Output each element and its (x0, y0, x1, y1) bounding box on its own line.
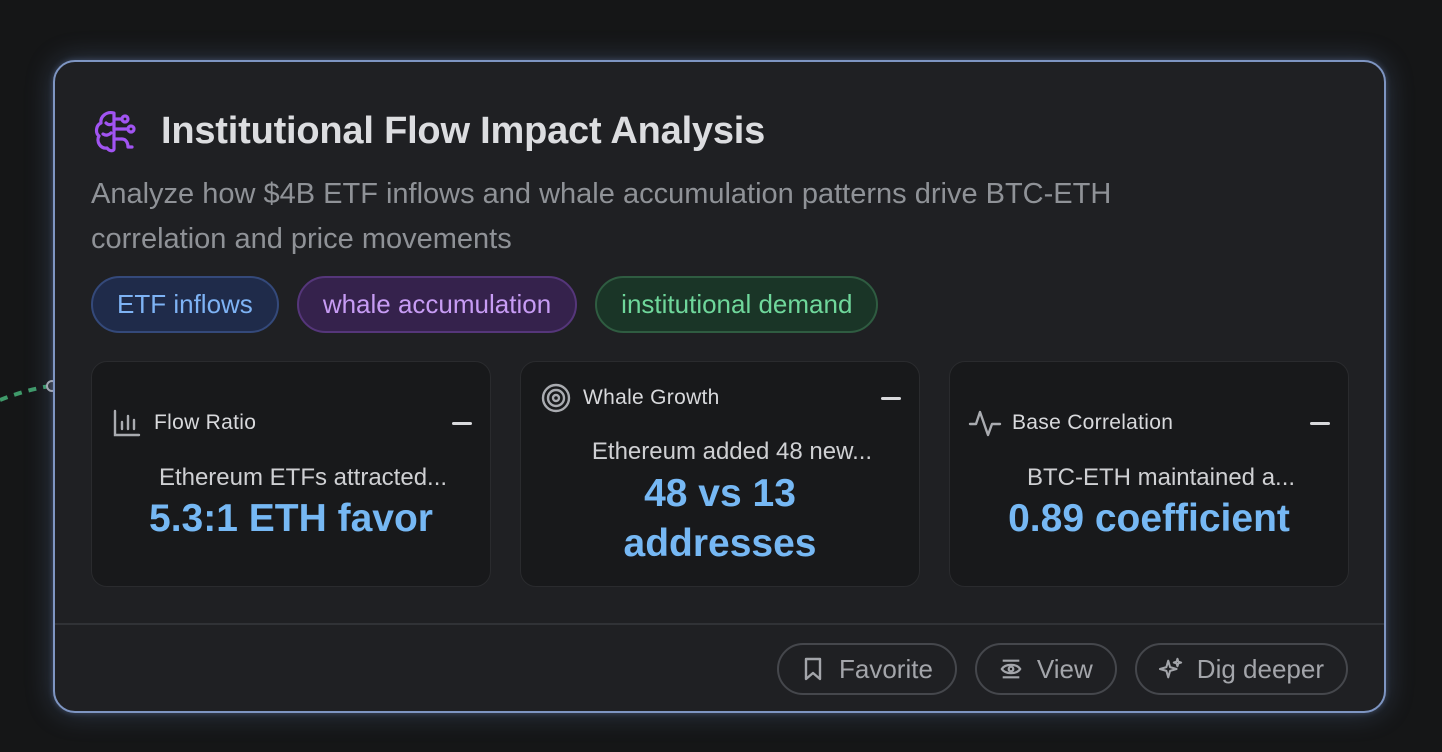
sparkles-icon (1158, 657, 1183, 681)
dig-deeper-button[interactable]: Dig deeper (1134, 643, 1348, 695)
footer-divider (55, 623, 1384, 625)
metric-description: Ethereum added 48 new... (591, 438, 873, 465)
metric-value: 5.3:1 ETH favor (149, 497, 433, 540)
metric-flow-ratio[interactable]: Flow Ratio Ethereum ETFs attracted... 5.… (91, 361, 491, 587)
view-label: View (1036, 653, 1093, 684)
tag-whale-accumulation[interactable]: whale accumulation (296, 276, 578, 333)
view-button[interactable]: View (974, 643, 1117, 695)
target-icon (539, 381, 573, 415)
tag-etf-inflows[interactable]: ETF inflows (91, 276, 279, 333)
bar-chart-icon (110, 406, 144, 440)
metric-label: Base Correlation (1012, 411, 1174, 434)
card-title: Institutional Flow Impact Analysis (161, 109, 766, 152)
card-header: Institutional Flow Impact Analysis (91, 106, 765, 156)
activity-icon (968, 406, 1002, 440)
canvas: Institutional Flow Impact Analysis Analy… (0, 0, 1442, 752)
metric-header: Flow Ratio (110, 406, 472, 440)
card-subtitle: Analyze how $4B ETF inflows and whale ac… (91, 178, 1112, 255)
analysis-card[interactable]: Institutional Flow Impact Analysis Analy… (53, 60, 1386, 713)
metric-description: Ethereum ETFs attracted... (158, 464, 448, 491)
collapse-icon[interactable] (452, 421, 472, 425)
bookmark-icon (801, 657, 825, 681)
collapse-icon[interactable] (881, 396, 901, 400)
metric-value: 0.89 coefficient (1008, 497, 1290, 540)
eye-icon (999, 657, 1023, 681)
favorite-label: Favorite (838, 653, 933, 684)
connector-edge (0, 380, 58, 402)
metric-label: Flow Ratio (154, 411, 257, 434)
metric-whale-growth[interactable]: Whale Growth Ethereum added 48 new... 48… (520, 361, 920, 587)
card-actions: Favorite View Dig deeper (776, 643, 1348, 695)
metric-header: Whale Growth (539, 381, 901, 415)
metric-base-correlation[interactable]: Base Correlation BTC-ETH maintained a...… (949, 361, 1349, 587)
brain-icon (91, 106, 141, 156)
collapse-icon[interactable] (1310, 421, 1330, 425)
metric-value: 48 vs 13 addresses (623, 472, 817, 565)
tag-institutional-demand[interactable]: institutional demand (595, 276, 879, 333)
metric-description: BTC-ETH maintained a... (1026, 464, 1296, 491)
metric-header: Base Correlation (968, 406, 1330, 440)
favorite-button[interactable]: Favorite (776, 643, 957, 695)
metric-grid: Flow Ratio Ethereum ETFs attracted... 5.… (91, 361, 1351, 587)
tag-list: ETF inflows whale accumulation instituti… (91, 276, 879, 333)
metric-label: Whale Growth (583, 386, 720, 409)
dig-deeper-label: Dig deeper (1196, 653, 1324, 684)
